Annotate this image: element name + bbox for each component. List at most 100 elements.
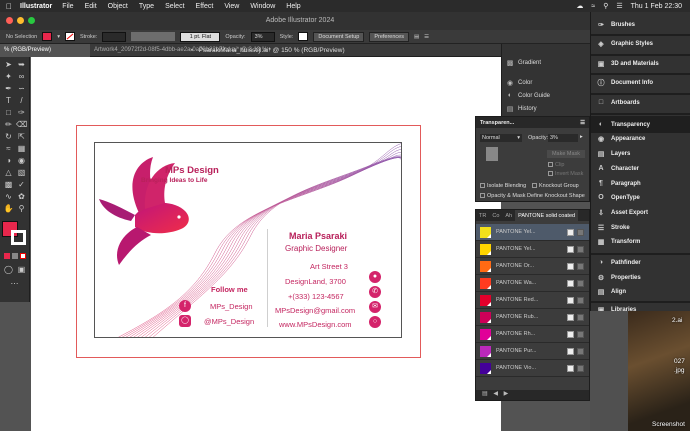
rectangle-tool-icon[interactable]: □ (3, 108, 14, 118)
swatch-row[interactable]: PANTONE Yel... (476, 241, 589, 258)
fill-swatch[interactable] (42, 32, 53, 41)
knockout-group-checkbox[interactable]: Knockout Group (532, 183, 579, 189)
stroke-swatch[interactable] (64, 32, 75, 41)
graphic-style-swatch[interactable] (298, 32, 309, 41)
warp-tool-icon[interactable]: ≈ (3, 144, 14, 154)
stroke-weight-field[interactable] (102, 31, 127, 42)
tab-tr[interactable]: TR (476, 210, 489, 221)
dock-item-align[interactable]: ▤ Align (591, 283, 690, 300)
creative-cloud-icon[interactable]: ☁ (576, 2, 583, 10)
menu-type[interactable]: Type (139, 3, 154, 10)
opacity-mask-checkbox[interactable]: Opacity & Mask Define Knockout Shape (480, 193, 585, 199)
panel-menu-icon[interactable]: ☰ (580, 120, 585, 126)
invert-mask-checkbox[interactable]: Invert Mask (548, 171, 583, 177)
none-mode-button[interactable] (20, 253, 26, 259)
swatch-row[interactable]: PANTONE Rub... (476, 309, 589, 326)
desktop-file-label[interactable]: Screenshot (652, 421, 685, 428)
blend-mode-select[interactable]: Normal ▾ (480, 134, 522, 142)
swatch-row[interactable]: PANTONE Yel... (476, 224, 589, 241)
rotate-tool-icon[interactable]: ↻ (3, 132, 14, 142)
draw-mode-icon[interactable]: ◯ (3, 265, 14, 275)
transparency-panel-header[interactable]: Transparen... ☰ (476, 117, 589, 128)
dock-item-graphic-styles[interactable]: ◈ Graphic Styles (591, 35, 690, 52)
swatch-row[interactable]: PANTONE Rh... (476, 326, 589, 343)
blend-tool-icon[interactable]: ∿ (3, 192, 14, 202)
panel-color[interactable]: ◉ Color (502, 76, 591, 89)
hand-tool-icon[interactable]: ✋ (3, 204, 14, 214)
chevron-right-icon[interactable]: ▸ (580, 134, 583, 140)
lasso-icon[interactable]: ∞ (16, 72, 27, 82)
menu-edit[interactable]: Edit (85, 3, 97, 10)
live-paint-icon[interactable]: ◉ (16, 156, 27, 166)
perspective-grid-icon[interactable]: △ (3, 168, 14, 178)
menu-help[interactable]: Help (286, 3, 300, 10)
isolate-blending-checkbox[interactable]: Isolate Blending (480, 183, 526, 189)
panel-color-guide[interactable]: ◐ Color Guide (502, 89, 591, 102)
zoom-tool-icon[interactable]: ⚲ (16, 204, 27, 214)
dock-item-document-info[interactable]: ⓘ Document Info (591, 74, 690, 91)
dock-item-brushes[interactable]: ✑ Brushes (591, 16, 690, 33)
menu-select[interactable]: Select (165, 3, 184, 10)
tab-active-document[interactable]: % (RGB/Preview) (0, 44, 90, 57)
variable-width-profile[interactable] (131, 32, 176, 41)
pencil-icon[interactable]: ✏ (3, 120, 14, 130)
desktop-file-label[interactable]: .jpg (674, 367, 684, 374)
fill-stroke-widget[interactable] (2, 221, 28, 247)
search-icon[interactable]: ⚲ (603, 2, 608, 10)
tab-pantone[interactable]: PANTONE solid coated (515, 210, 579, 221)
gradient-mode-button[interactable] (12, 253, 18, 259)
opacity-field[interactable]: 3% (548, 134, 578, 142)
direct-selection-tool-icon[interactable]: ➥ (16, 60, 27, 70)
menu-effect[interactable]: Effect (196, 3, 214, 10)
eyedropper-icon[interactable]: ✓ (16, 180, 27, 190)
chevron-down-icon[interactable]: ▾ (57, 34, 60, 40)
screen-mode-icon[interactable]: ▣ (16, 265, 27, 275)
panel-gradient[interactable]: ▩ Gradient (502, 56, 591, 69)
swatch-row[interactable]: PANTONE Red... (476, 292, 589, 309)
dock-item-artboards[interactable]: □ Artboards (591, 94, 690, 111)
preferences-button[interactable]: Preferences (369, 31, 409, 42)
dock-item-3d-and-materials[interactable]: ▣ 3D and Materials (591, 55, 690, 72)
make-mask-button[interactable]: Make Mask (547, 150, 585, 158)
close-icon[interactable]: × (190, 47, 194, 54)
curvature-tool-icon[interactable]: ∽ (16, 84, 27, 94)
menu-app-name[interactable]: Illustrator (20, 3, 52, 10)
document-setup-button[interactable]: Document Setup (313, 31, 365, 42)
mesh-tool-icon[interactable]: ▧ (16, 168, 27, 178)
shape-builder-icon[interactable]: ◑ (3, 156, 14, 166)
opacity-field[interactable]: 3% (250, 31, 275, 42)
paintbrush-icon[interactable]: ✑ (16, 108, 27, 118)
scale-tool-icon[interactable]: ⇱ (16, 132, 27, 142)
menu-view[interactable]: View (224, 3, 239, 10)
floating-document-title[interactable]: × PsarakiMaria_huisstijl.ai* @ 150 % (RG… (190, 44, 345, 57)
edit-toolbar-icon[interactable]: ⋯ (9, 279, 20, 289)
menu-window[interactable]: Window (250, 3, 275, 10)
pen-tool-icon[interactable]: ✒ (3, 84, 14, 94)
menu-file[interactable]: File (62, 3, 73, 10)
type-tool-icon[interactable]: T (3, 96, 14, 106)
selection-tool-icon[interactable]: ➤ (3, 60, 14, 70)
menubar-clock[interactable]: Thu 1 Feb 22:30 (631, 3, 682, 10)
previous-library-icon[interactable]: ◀ (493, 391, 498, 397)
magic-wand-icon[interactable]: ✦ (3, 72, 14, 82)
canvas-area[interactable]: MPs Design Bringing Ideas to Life Maria … (31, 57, 501, 431)
tab-co[interactable]: Co (489, 210, 502, 221)
symbol-sprayer-icon[interactable]: ✿ (16, 192, 27, 202)
swatch-row[interactable]: PANTONE Vio... (476, 360, 589, 377)
menu-object[interactable]: Object (108, 3, 128, 10)
dock-item-transform[interactable]: ▦ Transform (591, 233, 690, 250)
eraser-icon[interactable]: ⌫ (16, 120, 27, 130)
clip-checkbox[interactable]: Clip (548, 162, 564, 168)
control-center-icon[interactable]: ☰ (616, 2, 622, 10)
line-tool-icon[interactable]: / (16, 96, 27, 106)
swatch-row[interactable]: PANTONE Pur... (476, 343, 589, 360)
stroke-color-swatch[interactable] (11, 230, 26, 245)
color-mode-button[interactable] (4, 253, 10, 259)
brush-definition[interactable]: 1 pt. Flat (180, 31, 221, 42)
next-library-icon[interactable]: ▶ (504, 391, 509, 397)
menu-icon[interactable]: ☰ (424, 34, 429, 40)
align-icon[interactable]: ▤ (414, 34, 419, 40)
apple-icon[interactable]:  (6, 2, 12, 11)
desktop-file-label[interactable]: 027 (674, 358, 685, 365)
tab-ah[interactable]: Ah (502, 210, 515, 221)
